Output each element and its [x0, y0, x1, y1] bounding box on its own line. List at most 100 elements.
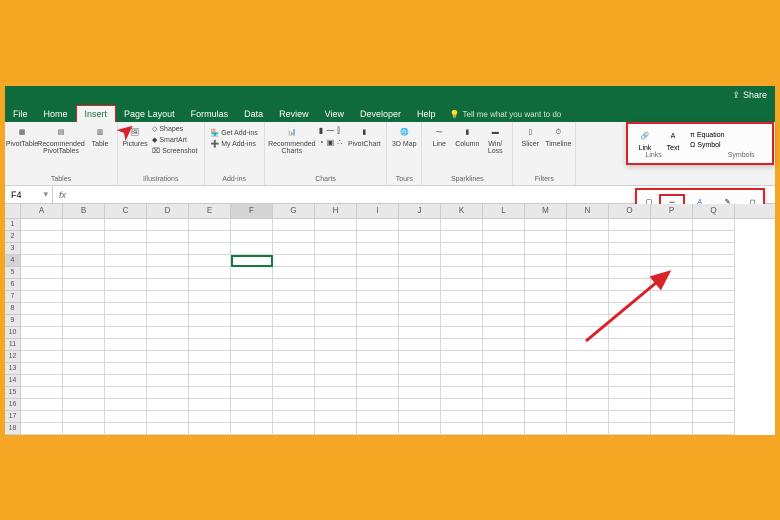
cell[interactable] — [651, 411, 693, 423]
row-header[interactable]: 9 — [5, 315, 21, 327]
cell[interactable] — [189, 363, 231, 375]
cell[interactable] — [483, 363, 525, 375]
cell[interactable] — [399, 231, 441, 243]
cell[interactable] — [231, 387, 273, 399]
cell[interactable] — [105, 255, 147, 267]
cell[interactable] — [693, 411, 735, 423]
cell[interactable] — [567, 411, 609, 423]
smartart-button[interactable]: ◆SmartArt — [150, 135, 200, 145]
screenshot-button[interactable]: ⌧Screenshot — [150, 146, 200, 156]
cell[interactable] — [63, 255, 105, 267]
cell[interactable] — [189, 219, 231, 231]
cell[interactable] — [693, 375, 735, 387]
timeline-button[interactable]: ⏱Timeline — [545, 124, 571, 148]
cell[interactable] — [609, 351, 651, 363]
pivotchart-button[interactable]: ▮PivotChart — [346, 124, 382, 148]
cell[interactable] — [441, 255, 483, 267]
cell[interactable] — [441, 231, 483, 243]
equation-button[interactable]: πEquation — [688, 131, 726, 140]
cell[interactable] — [189, 351, 231, 363]
cell[interactable] — [399, 291, 441, 303]
cell[interactable] — [525, 231, 567, 243]
name-box[interactable]: F4▾ — [5, 186, 53, 203]
cell[interactable] — [189, 291, 231, 303]
chart-types[interactable]: ▮⁓⫿ ◔▣∴ — [317, 124, 345, 149]
cell[interactable] — [567, 351, 609, 363]
cell[interactable] — [315, 399, 357, 411]
cell[interactable] — [441, 363, 483, 375]
get-addins-button[interactable]: 🏪Get Add-ins — [209, 128, 260, 138]
cell[interactable] — [189, 399, 231, 411]
bar-chart-icon[interactable]: ▮ — [319, 126, 323, 136]
cell[interactable] — [525, 267, 567, 279]
cell[interactable] — [651, 219, 693, 231]
cell[interactable] — [105, 279, 147, 291]
cell[interactable] — [693, 243, 735, 255]
cell[interactable] — [231, 303, 273, 315]
cell[interactable] — [483, 243, 525, 255]
cell[interactable] — [63, 219, 105, 231]
slicer-button[interactable]: ▯Slicer — [517, 124, 543, 148]
cell[interactable] — [357, 423, 399, 435]
cell[interactable] — [315, 291, 357, 303]
cell[interactable] — [483, 219, 525, 231]
cell[interactable] — [231, 279, 273, 291]
cell[interactable] — [147, 411, 189, 423]
cells-area[interactable] — [21, 219, 735, 435]
cell[interactable] — [315, 411, 357, 423]
recommended-pivot-button[interactable]: ▤Recommended PivotTables — [37, 124, 85, 155]
cell[interactable] — [21, 363, 63, 375]
cell[interactable] — [105, 375, 147, 387]
cell[interactable] — [315, 327, 357, 339]
cell[interactable] — [441, 291, 483, 303]
row-header[interactable]: 10 — [5, 327, 21, 339]
cell[interactable] — [609, 255, 651, 267]
cell[interactable] — [189, 375, 231, 387]
cell[interactable] — [651, 363, 693, 375]
table-button[interactable]: ▥Table — [87, 124, 113, 148]
cell[interactable] — [651, 303, 693, 315]
cell[interactable] — [441, 303, 483, 315]
tab-data[interactable]: Data — [236, 106, 271, 122]
cell[interactable] — [231, 291, 273, 303]
sparkline-winloss-button[interactable]: ▬Win/ Loss — [482, 124, 508, 155]
cell[interactable] — [357, 279, 399, 291]
cell[interactable] — [273, 267, 315, 279]
cell[interactable] — [693, 399, 735, 411]
tab-developer[interactable]: Developer — [352, 106, 409, 122]
cell[interactable] — [483, 411, 525, 423]
cell[interactable] — [525, 399, 567, 411]
cell[interactable] — [483, 351, 525, 363]
row-header[interactable]: 5 — [5, 267, 21, 279]
cell[interactable] — [315, 363, 357, 375]
cell[interactable] — [525, 387, 567, 399]
cell[interactable] — [147, 231, 189, 243]
column-header[interactable]: C — [105, 204, 147, 218]
cell[interactable] — [315, 243, 357, 255]
cell[interactable] — [399, 267, 441, 279]
cell[interactable] — [693, 255, 735, 267]
cell[interactable] — [231, 411, 273, 423]
cell[interactable] — [21, 267, 63, 279]
row-header[interactable]: 13 — [5, 363, 21, 375]
cell[interactable] — [609, 267, 651, 279]
cell[interactable] — [231, 363, 273, 375]
cell[interactable] — [609, 327, 651, 339]
cell[interactable] — [567, 387, 609, 399]
cell[interactable] — [189, 243, 231, 255]
row-header[interactable]: 2 — [5, 231, 21, 243]
cell[interactable] — [483, 399, 525, 411]
cell[interactable] — [315, 339, 357, 351]
cell[interactable] — [231, 423, 273, 435]
cell[interactable] — [693, 363, 735, 375]
column-header[interactable]: M — [525, 204, 567, 218]
cell[interactable] — [105, 351, 147, 363]
cell[interactable] — [399, 279, 441, 291]
cell[interactable] — [609, 291, 651, 303]
cell[interactable] — [651, 351, 693, 363]
tab-home[interactable]: Home — [36, 106, 76, 122]
cell[interactable] — [273, 375, 315, 387]
cell[interactable] — [441, 351, 483, 363]
cell[interactable] — [21, 339, 63, 351]
cell[interactable] — [147, 315, 189, 327]
